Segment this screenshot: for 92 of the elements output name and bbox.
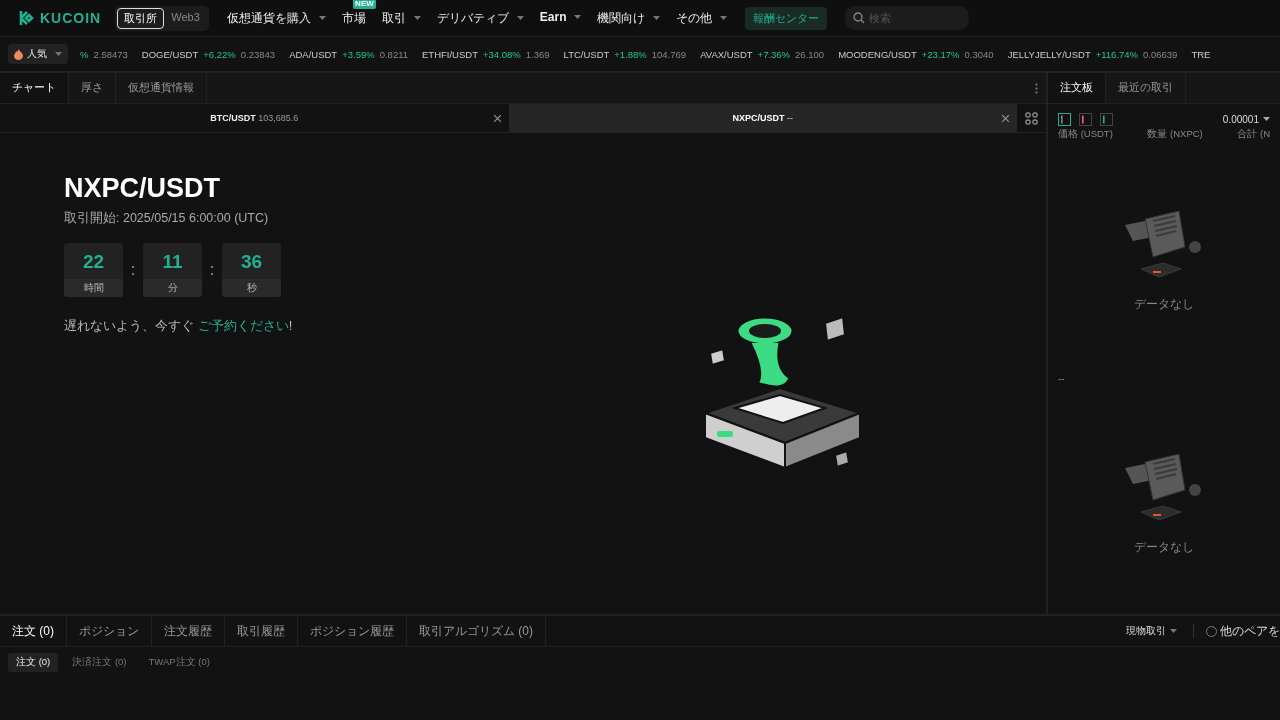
ticker-change: % xyxy=(80,48,89,60)
nav-item[interactable]: デリバティブ xyxy=(436,9,524,27)
ticker-pair[interactable]: JELLYJELLY/USDT xyxy=(1007,48,1091,60)
rewards-button[interactable]: 報酬センター xyxy=(745,6,828,30)
ticker-change: +1.88% xyxy=(614,48,647,60)
new-badge: NEW xyxy=(353,0,376,9)
countdown-separator: : xyxy=(129,261,137,279)
ticker-change: +34.08% xyxy=(483,48,521,60)
other-pairs-option[interactable]: 他のペアを xyxy=(1194,616,1280,646)
orders-tab[interactable]: 取引履歴 xyxy=(225,616,298,646)
order-book-asks-icon[interactable] xyxy=(1079,112,1092,126)
orders-tab[interactable]: 注文履歴 xyxy=(152,616,225,646)
ticker-price: 26.100 xyxy=(795,48,825,60)
ticker-price: 0.06639 xyxy=(1143,48,1178,60)
close-icon[interactable] xyxy=(1002,114,1009,122)
ticker-price: 104.769 xyxy=(651,48,687,60)
logo-text: KUCOIN xyxy=(40,10,102,26)
column-header: 価格 (USDT) xyxy=(1058,128,1113,141)
panel-tab[interactable]: 厚さ xyxy=(69,73,116,103)
caret-icon xyxy=(318,16,326,20)
order-book-bids-icon[interactable] xyxy=(1100,112,1113,126)
ticker-price: 0.8211 xyxy=(379,48,409,60)
panel-tab[interactable]: チャート xyxy=(0,73,69,103)
ticker-pair[interactable]: AVAX/USDT xyxy=(700,48,753,60)
caret-icon xyxy=(413,16,421,20)
ticker-change: +116.74% xyxy=(1095,48,1139,60)
reserve-link[interactable]: ご予約ください xyxy=(197,318,289,333)
chart-tab[interactable]: NXPC/USDT -- xyxy=(508,104,1017,132)
ticker-change: +7.36% xyxy=(757,48,791,60)
caret-icon xyxy=(1263,117,1270,121)
countdown-unit: 時間 xyxy=(64,279,123,297)
column-header: 数量 (NXPC) xyxy=(1147,128,1203,141)
reminder-text: 遅れないよう、今すぐ ご予約ください! xyxy=(64,317,293,335)
countdown-value: 11 xyxy=(162,250,183,273)
flame-icon xyxy=(14,48,23,60)
orders-tab[interactable]: ポジション履歴 xyxy=(298,616,407,646)
more-icon[interactable] xyxy=(1035,82,1038,94)
order-book-tab[interactable]: 最近の取引 xyxy=(1106,73,1186,103)
mid-price: -- xyxy=(1057,372,1066,384)
pair-title: NXPC/USDT xyxy=(64,173,221,204)
empty-state-text: データなし xyxy=(1134,539,1194,556)
ticker-price: 0.3040 xyxy=(964,48,994,60)
order-subtab[interactable]: TWAP注文 (0) xyxy=(140,653,218,672)
logo-icon xyxy=(18,9,36,27)
countdown-separator: : xyxy=(208,261,216,279)
panel-tab[interactable]: 仮想通貨情報 xyxy=(116,73,207,103)
caret-icon xyxy=(55,52,62,56)
search-icon xyxy=(853,12,866,24)
countdown-value: 22 xyxy=(82,250,105,273)
mode-tab[interactable]: 取引所 xyxy=(117,7,165,29)
orders-tab[interactable]: 注文 (0) xyxy=(0,616,67,646)
ticker-change: +3.59% xyxy=(342,48,375,60)
market-filter-dropdown[interactable]: 現物取引 xyxy=(1126,624,1194,638)
empty-state-text: データなし xyxy=(1134,296,1194,313)
nav-item[interactable]: 仮想通貨を購入 xyxy=(226,9,326,27)
ticker-pair[interactable]: MOODENG/USDT xyxy=(838,48,917,60)
ticker-price: 0.23843 xyxy=(240,48,276,60)
ticker-change: +23.17% xyxy=(921,48,960,60)
ticker-change: +6.22% xyxy=(203,48,236,60)
nav-item[interactable]: Earn xyxy=(539,9,582,24)
orders-tab[interactable]: 取引アルゴリズム (0) xyxy=(407,616,546,646)
order-subtab[interactable]: 注文 (0) xyxy=(8,653,59,672)
filter-dropdown[interactable]: 人気 xyxy=(8,44,68,64)
start-time: 取引開始: 2025/05/15 6:00:00 (UTC) xyxy=(64,210,270,227)
precision-dropdown[interactable]: 0.00001 xyxy=(1222,113,1270,125)
caret-icon xyxy=(653,16,661,20)
nav-item[interactable]: 機関向け xyxy=(597,9,661,27)
caret-icon xyxy=(516,16,524,20)
ticker-pair[interactable]: LTC/USDT xyxy=(563,48,610,60)
mode-tab[interactable]: Web3 xyxy=(164,7,207,29)
layout-grid-icon[interactable] xyxy=(1025,111,1038,125)
nav-item[interactable]: 取引 xyxy=(381,9,421,27)
caret-icon xyxy=(1170,629,1177,633)
ticker-pair[interactable]: DOGE/USDT xyxy=(141,48,199,60)
ticker-pair[interactable]: TRE xyxy=(1191,48,1211,60)
close-icon[interactable] xyxy=(493,114,501,122)
countdown-unit: 秒 xyxy=(222,279,281,297)
ticker-price: 1.369 xyxy=(525,48,550,60)
caret-icon xyxy=(574,14,582,19)
nav-item[interactable]: その他 xyxy=(676,9,728,27)
ticker-pair[interactable]: ETHFI/USDT xyxy=(422,48,478,60)
countdown-unit: 分 xyxy=(143,279,202,297)
order-subtab[interactable]: 決済注文 (0) xyxy=(64,653,135,672)
ticker-price: 2.58473 xyxy=(93,48,128,60)
nav-item[interactable]: 市場 xyxy=(341,9,366,27)
orders-tab[interactable]: ポジション xyxy=(67,616,152,646)
order-book-tab[interactable]: 注文板 xyxy=(1048,73,1106,103)
column-header: 合計 (N xyxy=(1237,128,1270,141)
countdown-value: 36 xyxy=(240,250,263,273)
order-book-both-icon[interactable] xyxy=(1058,112,1071,126)
caret-icon xyxy=(720,16,728,20)
ticker-pair[interactable]: ADA/USDT xyxy=(289,48,338,60)
